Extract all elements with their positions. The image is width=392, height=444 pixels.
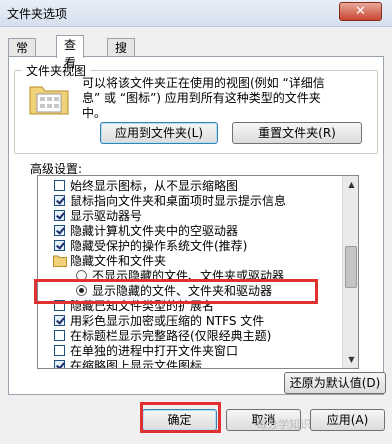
scroll-up-icon[interactable]: ▲ — [343, 176, 358, 193]
title-bar[interactable]: 文件夹选项 ✕ — [0, 0, 392, 27]
checkbox[interactable] — [54, 225, 65, 236]
checkbox[interactable] — [54, 360, 65, 368]
tab-view[interactable]: 查看 — [56, 35, 85, 70]
checkbox[interactable] — [54, 330, 65, 341]
advanced-settings-list[interactable]: 始终显示图标，从不显示缩略图 鼠标指向文件夹和桌面项时显示提示信息 显示驱动器号… — [37, 175, 359, 369]
apply-to-folders-button[interactable]: 应用到文件夹(L) — [100, 122, 218, 144]
checkbox[interactable] — [54, 180, 65, 191]
folder-view-icon — [29, 86, 69, 115]
checkbox[interactable] — [54, 345, 65, 356]
scroll-thumb[interactable] — [345, 246, 357, 288]
checkbox[interactable] — [54, 240, 65, 251]
highlight-annotation — [140, 402, 221, 433]
scroll-down-icon[interactable]: ▼ — [343, 351, 358, 368]
watermark: 每分学知识 — [256, 418, 311, 431]
folder-icon — [53, 255, 67, 267]
folder-options-dialog: 文件夹选项 ✕ 常规 查看 搜索 文件夹视图 可以将该文件夹正在使用的视图(例如… — [0, 0, 392, 444]
folder-views-description: 中。 — [82, 106, 107, 120]
highlight-annotation — [34, 279, 318, 304]
checkbox[interactable] — [54, 315, 65, 326]
checkbox[interactable] — [54, 195, 65, 206]
checkbox[interactable] — [54, 210, 65, 221]
window-title: 文件夹选项 — [7, 7, 68, 21]
close-button[interactable]: ✕ — [339, 2, 382, 21]
restore-defaults-button[interactable]: 还原为默认值(D) — [284, 372, 386, 394]
scrollbar[interactable]: ▲ ▼ — [342, 176, 358, 368]
close-icon: ✕ — [355, 4, 366, 19]
folder-views-label: 文件夹视图 — [22, 62, 91, 79]
folder-views-description: 息” 或 “图标”) 应用到所有这种类型的文件夹 — [82, 91, 321, 105]
tab-search[interactable]: 搜索 — [107, 38, 136, 73]
apply-button[interactable]: 应用(A) — [310, 409, 385, 431]
reset-folders-button[interactable]: 重置文件夹(R) — [232, 122, 362, 144]
tab-general[interactable]: 常规 — [8, 38, 37, 73]
